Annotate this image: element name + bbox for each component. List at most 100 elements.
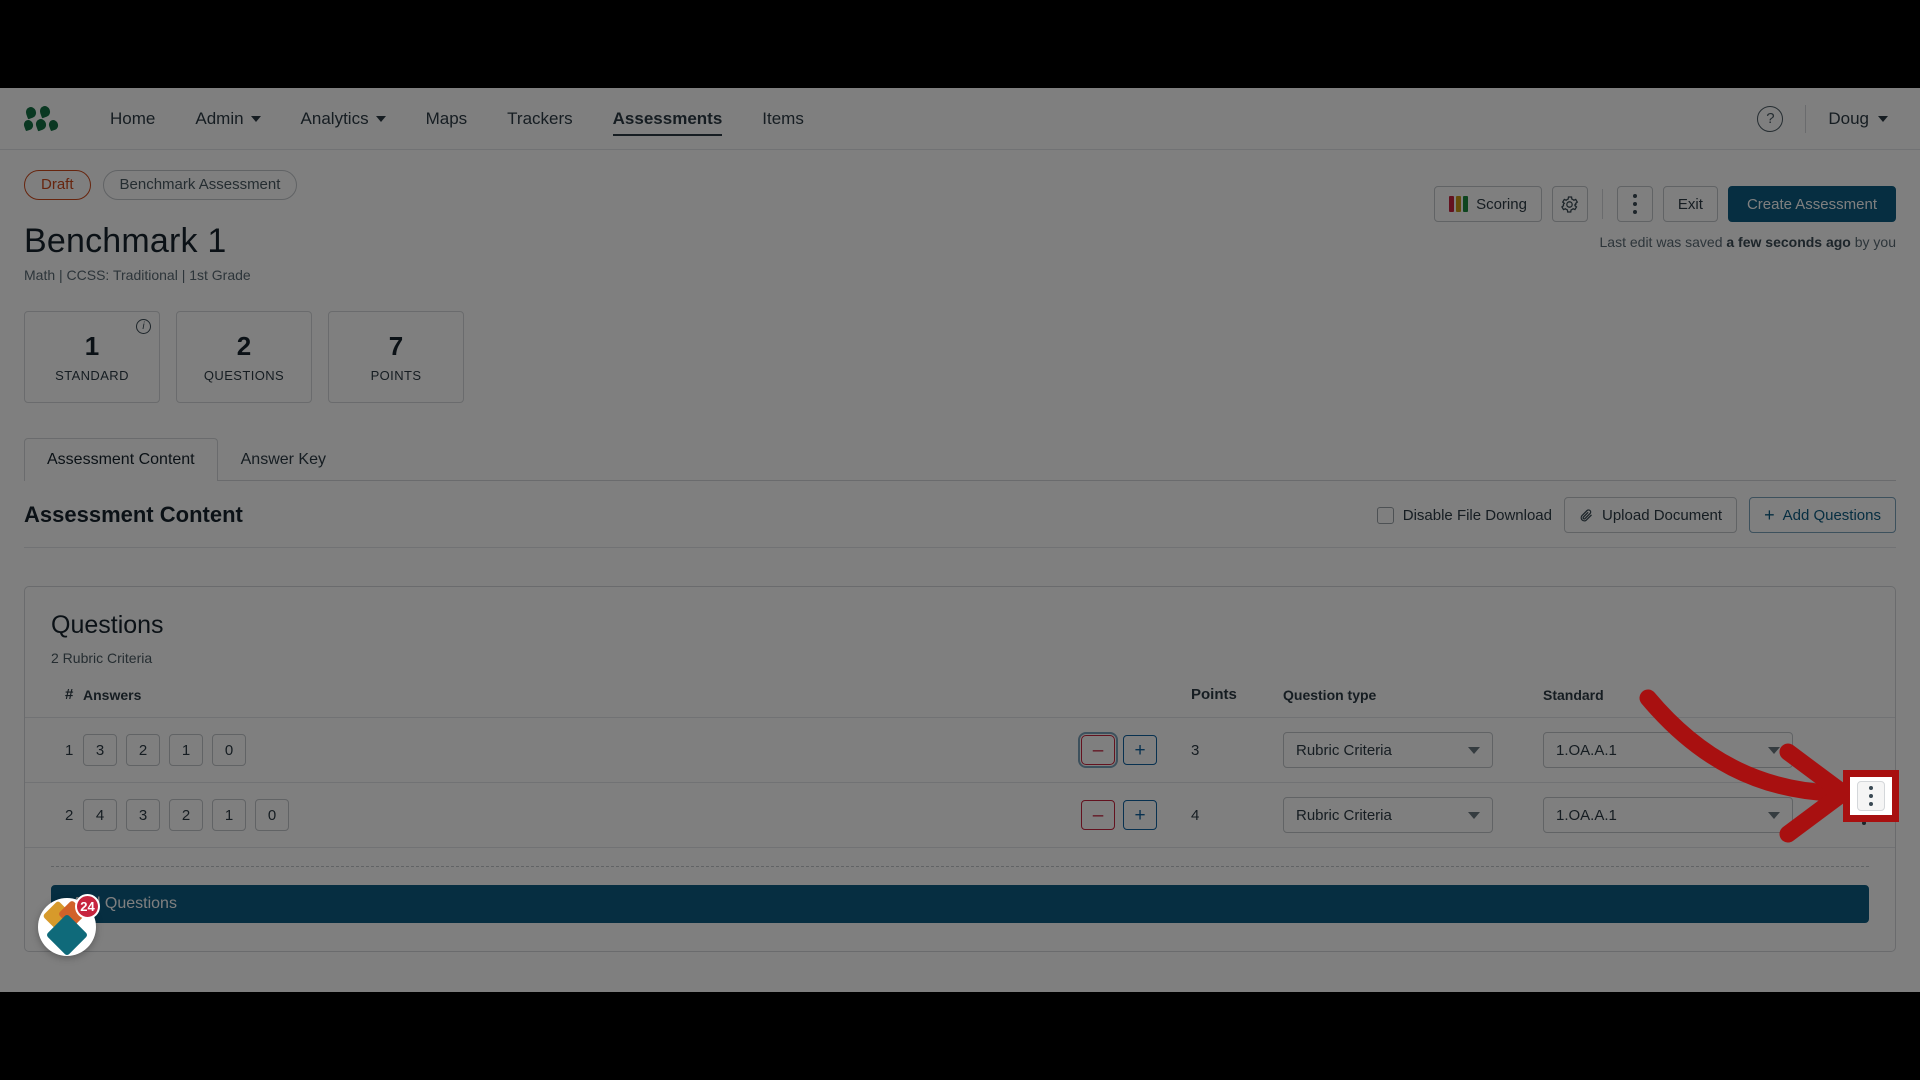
- row-standard: 1.OA.A.1: [1543, 717, 1833, 783]
- status-badge-draft: Draft: [24, 170, 91, 200]
- nav-item-label: Maps: [425, 108, 468, 128]
- stat-card-points: 7 POINTS: [328, 311, 464, 403]
- section-actions: Disable File Download Upload Document + …: [1376, 497, 1896, 533]
- stat-value: 7: [388, 331, 404, 361]
- answer-chip[interactable]: 0: [255, 799, 289, 831]
- nav-item-maps[interactable]: Maps: [406, 88, 488, 150]
- scoring-button[interactable]: Scoring: [1434, 186, 1542, 222]
- stat-label: POINTS: [370, 368, 422, 383]
- answer-stepper: – +: [1078, 732, 1191, 768]
- help-icon[interactable]: ?: [1757, 105, 1784, 132]
- nav-item-analytics[interactable]: Analytics: [281, 88, 406, 150]
- nav-item-label: Admin: [195, 108, 244, 128]
- question-type-select[interactable]: Rubric Criteria: [1283, 797, 1493, 833]
- col-header-stepper: [1081, 682, 1191, 718]
- remove-answer-button[interactable]: –: [1078, 732, 1118, 768]
- answer-chip[interactable]: 2: [169, 799, 203, 831]
- table-row: 1 3 2 1 0 – + 3 Rubric Criteria 1.OA.A.1: [25, 717, 1895, 783]
- stat-card-standard: i 1 STANDARD: [24, 311, 160, 403]
- chevron-down-icon: [1468, 746, 1480, 754]
- panel-add-questions-button[interactable]: Add Questions: [51, 885, 1869, 923]
- add-questions-button[interactable]: + Add Questions: [1749, 497, 1896, 533]
- nav-item-trackers[interactable]: Trackers: [487, 88, 593, 150]
- chevron-down-icon: [375, 115, 386, 122]
- col-header-number: #: [25, 682, 83, 718]
- answer-chip[interactable]: 3: [83, 734, 117, 766]
- settings-button[interactable]: [1551, 186, 1588, 222]
- chevron-down-icon: [1468, 811, 1480, 819]
- user-name-label: Doug: [1828, 108, 1869, 128]
- section-heading: Assessment Content: [24, 502, 243, 527]
- nav-item-home[interactable]: Home: [90, 88, 175, 150]
- table-header-row: # Answers Points Question type Standard: [25, 682, 1895, 718]
- col-header-question-type: Question type: [1283, 682, 1543, 718]
- browser-viewport: Home Admin Analytics Maps Trackers Asses…: [0, 88, 1920, 992]
- answer-chip[interactable]: 4: [83, 799, 117, 831]
- highlighted-row-options-button[interactable]: [1843, 770, 1899, 822]
- tab-answer-key[interactable]: Answer Key: [218, 438, 349, 481]
- last-saved-note: Last edit was saved a few seconds ago by…: [1600, 234, 1896, 250]
- stat-label: STANDARD: [55, 368, 129, 383]
- questions-table-head: # Answers Points Question type Standard: [25, 682, 1895, 718]
- exit-button[interactable]: Exit: [1662, 186, 1718, 222]
- saved-suffix: by you: [1850, 234, 1896, 250]
- nav-item-items[interactable]: Items: [742, 88, 824, 150]
- nav-item-admin[interactable]: Admin: [175, 88, 280, 150]
- answer-chip-list: 3 2 1 0: [83, 734, 1081, 766]
- chevron-down-icon: [1768, 746, 1780, 754]
- standard-select[interactable]: 1.OA.A.1: [1543, 797, 1793, 833]
- standard-select[interactable]: 1.OA.A.1: [1543, 732, 1793, 768]
- answer-chip[interactable]: 1: [212, 799, 246, 831]
- answer-chip[interactable]: 2: [126, 734, 160, 766]
- screenshot-stage: Home Admin Analytics Maps Trackers Asses…: [0, 0, 1920, 1080]
- content-tabs: Assessment Content Answer Key: [24, 437, 1896, 481]
- questions-table: # Answers Points Question type Standard: [25, 682, 1895, 848]
- remove-answer-button[interactable]: –: [1081, 800, 1115, 830]
- add-questions-label: Add Questions: [1782, 506, 1881, 524]
- header-action-bar: Scoring Exit Create Assessment: [1434, 186, 1896, 222]
- paperclip-icon: [1580, 508, 1592, 521]
- saved-timestamp: a few seconds ago: [1726, 234, 1851, 250]
- nav-item-assessments[interactable]: Assessments: [593, 88, 743, 150]
- stat-card-list: i 1 STANDARD 2 QUESTIONS 7 POINTS: [24, 311, 1896, 403]
- chevron-down-icon: [1768, 811, 1780, 819]
- more-options-button[interactable]: [1616, 186, 1653, 222]
- help-launcher[interactable]: 24: [38, 894, 100, 957]
- col-header-answers: Answers: [83, 682, 1081, 718]
- company-logo-icon[interactable]: [22, 104, 60, 132]
- plus-icon: +: [1764, 505, 1775, 525]
- page-subtitle: Math | CCSS: Traditional | 1st Grade: [24, 267, 251, 283]
- scoring-label: Scoring: [1476, 195, 1527, 213]
- question-type-value: Rubric Criteria: [1296, 741, 1392, 759]
- tab-label: Answer Key: [240, 451, 326, 468]
- create-assessment-button[interactable]: Create Assessment: [1727, 186, 1896, 222]
- col-header-standard: Standard: [1543, 682, 1833, 718]
- question-type-value: Rubric Criteria: [1296, 806, 1392, 824]
- create-assessment-label: Create Assessment: [1746, 195, 1877, 213]
- questions-table-body: 1 3 2 1 0 – + 3 Rubric Criteria 1.OA.A.1…: [25, 717, 1895, 848]
- answer-chip[interactable]: 3: [126, 799, 160, 831]
- row-question-type: Rubric Criteria: [1283, 717, 1543, 783]
- questions-panel-title: Questions: [51, 611, 164, 639]
- answer-chip-list: 4 3 2 1 0: [83, 799, 1081, 831]
- answer-chip[interactable]: 1: [169, 734, 203, 766]
- row-question-type: Rubric Criteria: [1283, 782, 1543, 848]
- row-points: 3: [1191, 717, 1283, 783]
- row-options-kebab-icon[interactable]: [1857, 781, 1885, 811]
- add-answer-button[interactable]: +: [1123, 800, 1157, 830]
- disable-file-download-checkbox[interactable]: Disable File Download: [1376, 506, 1552, 524]
- question-type-select[interactable]: Rubric Criteria: [1283, 732, 1493, 768]
- kebab-icon: [1620, 187, 1650, 221]
- tab-assessment-content[interactable]: Assessment Content: [24, 438, 218, 481]
- exit-label: Exit: [1677, 195, 1703, 213]
- upload-label: Upload Document: [1602, 506, 1723, 524]
- user-menu[interactable]: Doug: [1828, 109, 1896, 129]
- answer-chip[interactable]: 0: [212, 734, 246, 766]
- questions-panel-subtitle: 2 Rubric Criteria: [51, 650, 153, 666]
- notification-badge: 24: [75, 894, 100, 919]
- row-number: 1: [25, 717, 83, 783]
- add-answer-button[interactable]: +: [1123, 735, 1157, 765]
- info-icon[interactable]: i: [136, 319, 151, 334]
- upload-document-button[interactable]: Upload Document: [1564, 497, 1738, 533]
- row-stepper: – +: [1078, 717, 1191, 783]
